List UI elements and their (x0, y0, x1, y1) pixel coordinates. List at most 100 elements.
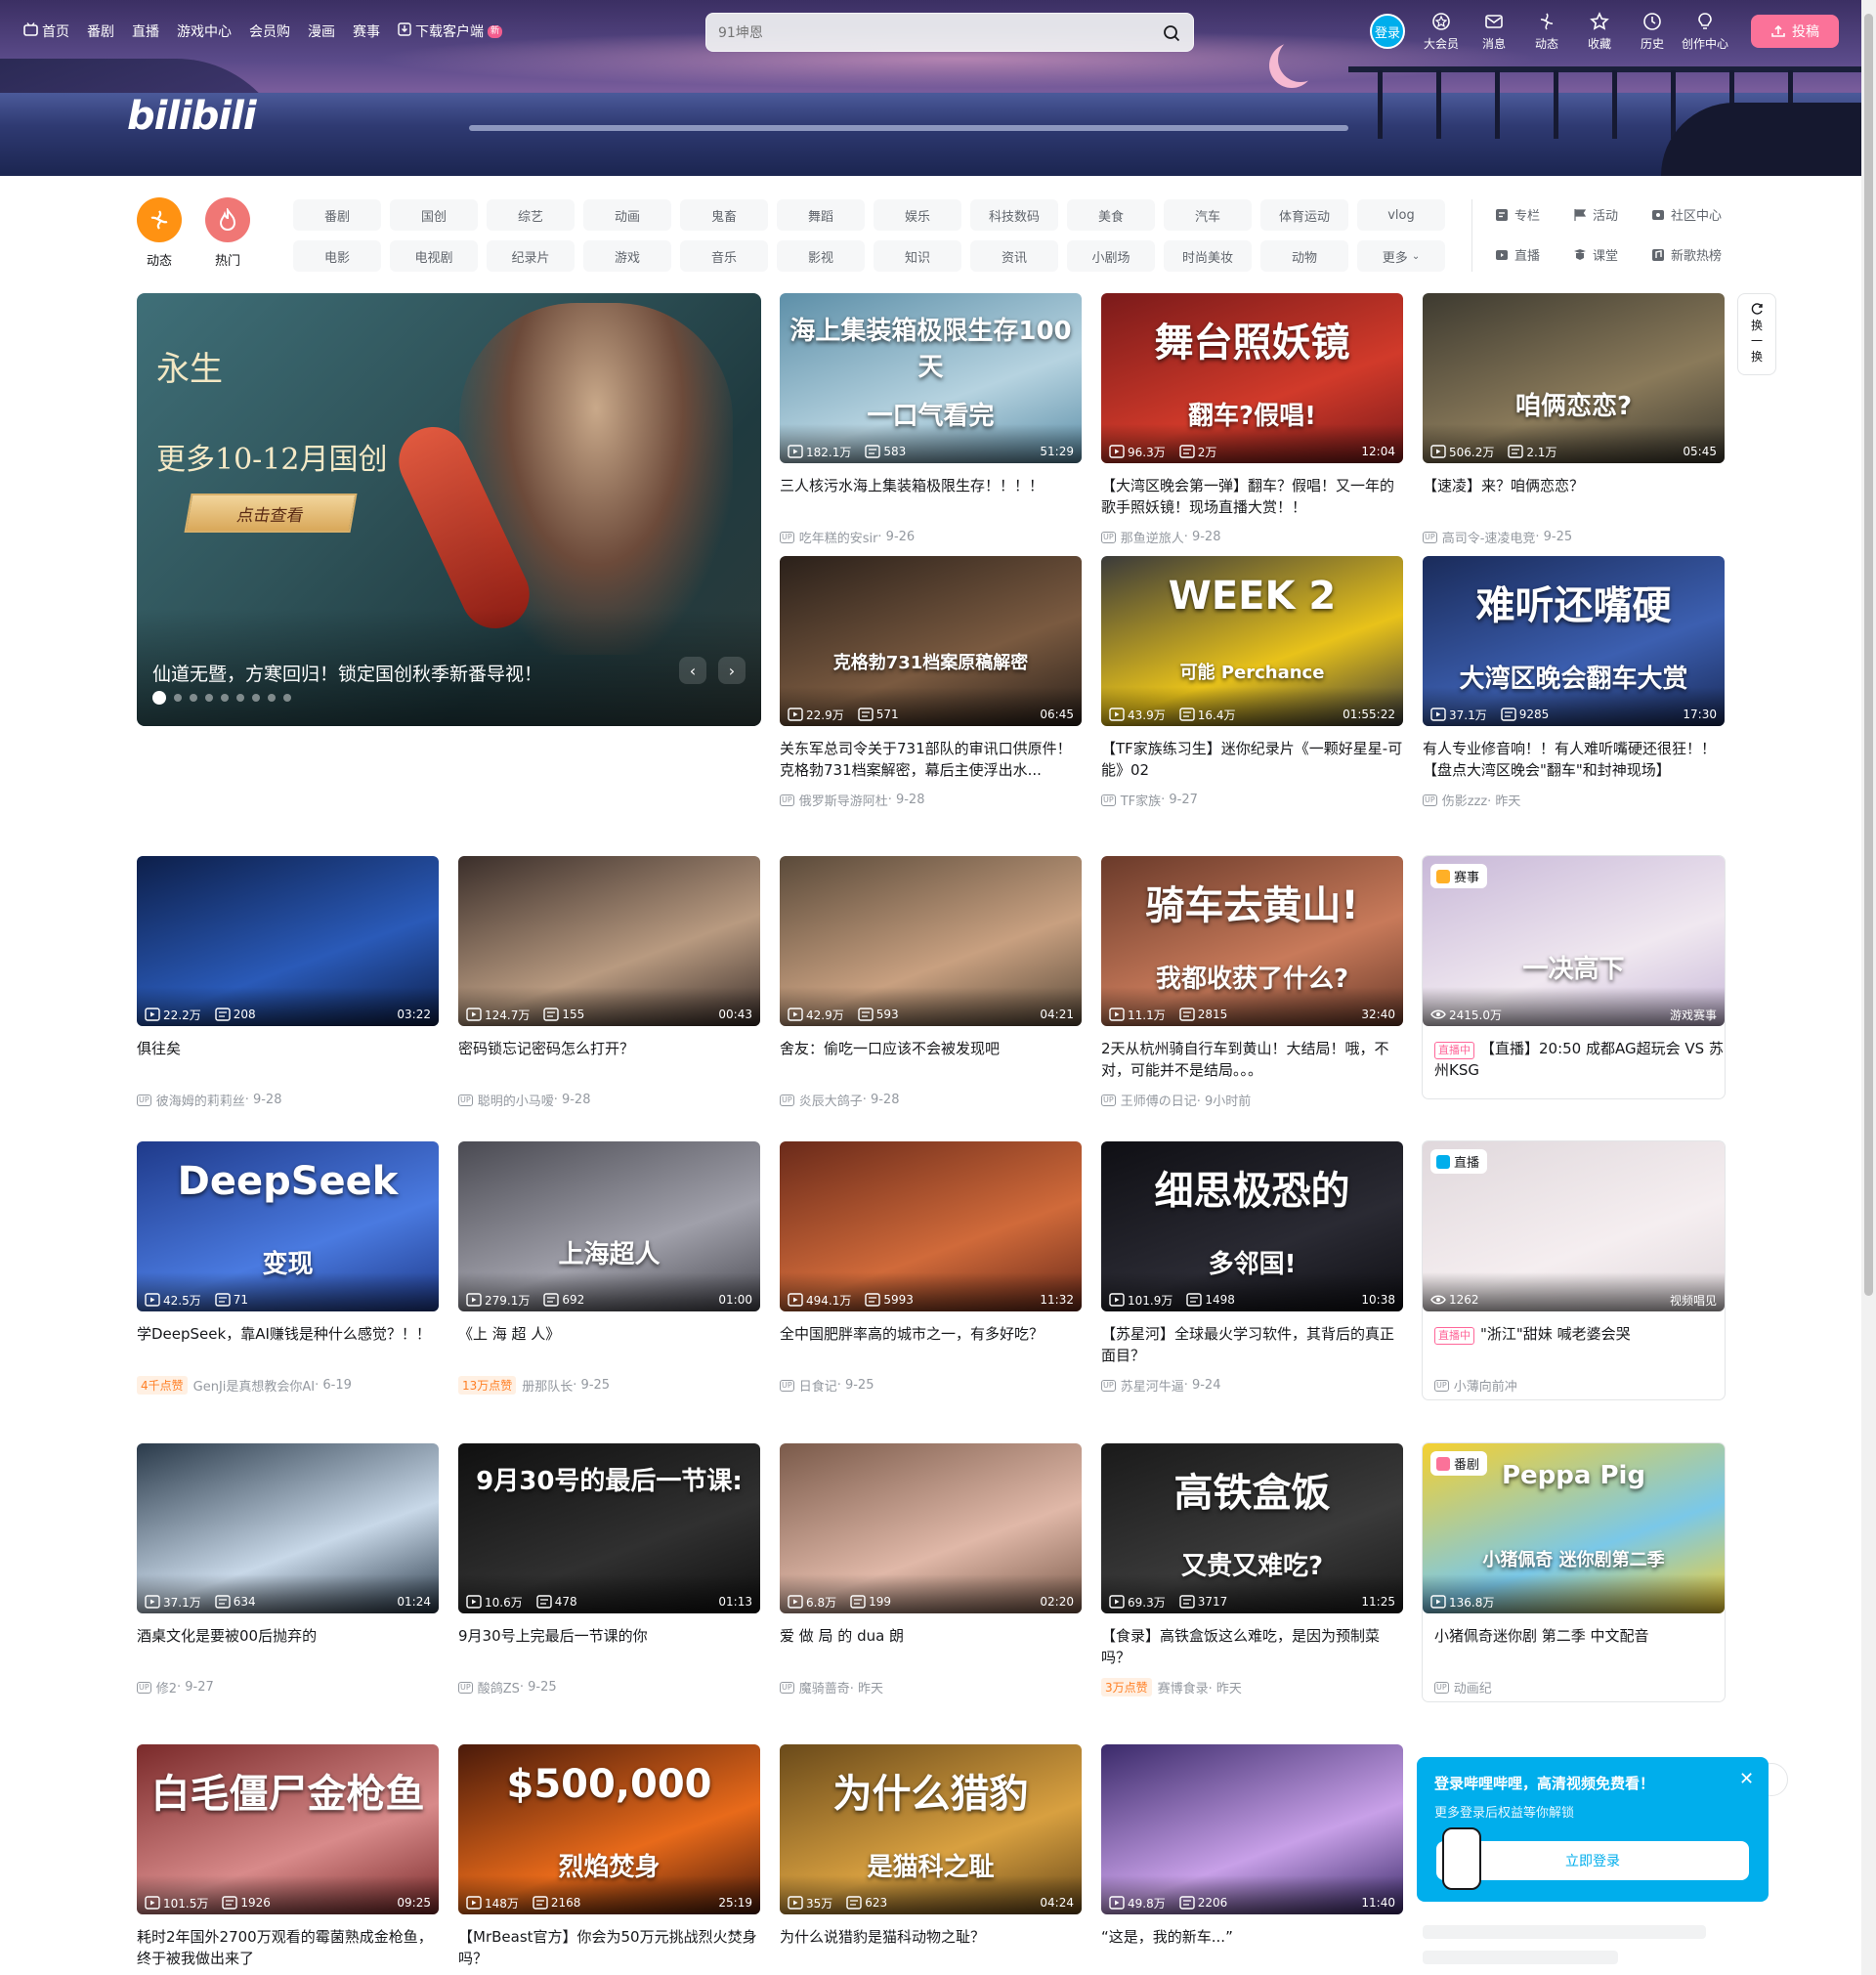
channel-chip[interactable]: 音乐 (680, 240, 768, 272)
carousel-dot[interactable] (268, 694, 276, 702)
carousel-dot[interactable] (236, 694, 244, 702)
video-card[interactable]: 37.1万 634 01:24 酒桌文化是要被00后抛弃的 UP 修2 · 9-27 (137, 1443, 439, 1696)
video-thumbnail[interactable]: 一决高下 赛事 2415.0万 游戏赛事 (1423, 856, 1725, 1026)
video-card[interactable]: 舞台照妖镜 翻车?假唱! 96.3万 2万 12:04 【大湾区晚会第一弹】翻车？假唱！又… (1101, 293, 1403, 546)
video-author[interactable]: 册那队长 (522, 1376, 573, 1395)
video-card[interactable]: 细思极恐的 多邻国! 101.9万 1498 10:38 【苏星河】全球最火学习软件，其背… (1101, 1141, 1403, 1395)
channel-chip[interactable]: 知识 (874, 240, 961, 272)
video-card[interactable]: 海上集装箱极限生存100天 一口气看完 182.1万 583 51:29 三人核污水海上集… (780, 293, 1082, 546)
video-thumbnail[interactable]: 细思极恐的 多邻国! 101.9万 1498 10:38 (1101, 1141, 1403, 1311)
nav-game-center[interactable]: 游戏中心 (177, 21, 232, 41)
video-title[interactable]: 爱 做 局 的 dua 朗 (780, 1625, 1082, 1668)
video-title[interactable]: 小猪佩奇迷你剧 第二季 中文配音 (1423, 1625, 1725, 1668)
video-thumbnail[interactable]: 上海超人 279.1万 692 01:00 (458, 1141, 760, 1311)
video-card[interactable]: 高铁盒饭 又贵又难吃? 69.3万 3717 11:25 【食录】高铁盒饭这么难吃，是因为… (1101, 1443, 1403, 1696)
video-card[interactable]: 一决高下 赛事 2415.0万 游戏赛事直播中 【直播】20:50 成都AG超玩会 VS… (1423, 856, 1725, 1098)
video-author[interactable]: 聪明的小马嗳 (478, 1091, 554, 1109)
video-title[interactable]: 【TF家族练习生】迷你纪录片《一颗好星星-可能》02 (1101, 738, 1403, 781)
video-card[interactable]: 直播 1262 视频唱见 直播中 "浙江"甜妹 喊老婆会哭 UP 小薄向前冲 (1423, 1141, 1725, 1399)
video-card[interactable]: 49.8万 2206 11:40 “这是，我的新车...” (1101, 1744, 1403, 1969)
video-title[interactable]: 直播中 【直播】20:50 成都AG超玩会 VS 苏州KSG (1423, 1038, 1725, 1081)
carousel-dot[interactable] (174, 694, 182, 702)
video-card[interactable]: Peppa Pig 小猪佩奇 迷你剧第二季 番剧 136.8万 小猪佩奇迷你剧 第二季 … (1423, 1443, 1725, 1701)
video-author[interactable]: 小薄向前冲 (1454, 1376, 1517, 1395)
video-title[interactable]: 《上 海 超 人》 (458, 1323, 760, 1366)
nav-favorites[interactable]: 收藏 (1573, 12, 1626, 52)
video-thumbnail[interactable]: 9月30号的最后一节课: 10.6万 478 01:13 (458, 1443, 760, 1613)
nav-esports[interactable]: 赛事 (353, 21, 380, 41)
channel-chip[interactable]: 美食 (1067, 199, 1155, 231)
video-thumbnail[interactable]: 骑车去黄山! 我都收获了什么? 11.1万 2815 32:40 (1101, 856, 1403, 1026)
nav-live[interactable]: 直播 (132, 21, 159, 41)
search-input[interactable] (718, 22, 1129, 44)
video-card[interactable]: 6.8万 199 02:20 爱 做 局 的 dua 朗 UP 魔骑蔷奇 · 昨天 (780, 1443, 1082, 1696)
nav-bangumi[interactable]: 番剧 (87, 21, 114, 41)
video-card[interactable]: 9月30号的最后一节课: 10.6万 478 01:13 9月30号上完最后一节课的你 U… (458, 1443, 760, 1696)
close-icon[interactable]: ✕ (1739, 1769, 1754, 1789)
refresh-button[interactable]: 换一换 (1737, 293, 1776, 375)
video-author[interactable]: 彼海姆的莉莉丝 (156, 1091, 245, 1109)
video-title[interactable]: 【速凌】来？咱俩恋恋？ (1423, 475, 1725, 518)
nav-manga[interactable]: 漫画 (308, 21, 335, 41)
channel-chip[interactable]: 时尚美妆 (1164, 240, 1252, 272)
video-card[interactable]: 22.2万 208 03:22 俱往矣 UP 彼海姆的莉莉丝 · 9-28 (137, 856, 439, 1109)
bilibili-logo[interactable]: bilibili (127, 94, 257, 139)
video-author[interactable]: 日食记 (799, 1376, 837, 1395)
video-title[interactable]: 耗时2年国外2700万观看的霉菌熟成金枪鱼，终于被我做出来了 (137, 1926, 439, 1969)
video-thumbnail[interactable]: 海上集装箱极限生存100天 一口气看完 182.1万 583 51:29 (780, 293, 1082, 463)
page-scrollbar[interactable] (1861, 0, 1876, 1975)
scrollbar-thumb[interactable] (1864, 14, 1873, 1296)
video-thumbnail[interactable]: 白毛僵尸金枪鱼 101.5万 1926 09:25 (137, 1744, 439, 1914)
video-author[interactable]: 动画纪 (1454, 1678, 1492, 1696)
channel-chip[interactable]: 综艺 (487, 199, 575, 231)
video-author[interactable]: 酸鸽ZS (478, 1678, 520, 1696)
video-author[interactable]: TF家族 (1121, 791, 1161, 809)
login-now-button[interactable]: 立即登录 (1436, 1841, 1749, 1880)
carousel-prev-button[interactable]: ‹ (679, 657, 706, 684)
video-author[interactable]: 魔骑蔷奇 (799, 1678, 850, 1696)
upload-button[interactable]: 投稿 (1751, 15, 1839, 48)
video-thumbnail[interactable]: 高铁盒饭 又贵又难吃? 69.3万 3717 11:25 (1101, 1443, 1403, 1613)
carousel-dot[interactable] (252, 694, 260, 702)
video-thumbnail[interactable]: 494.1万 5993 11:32 (780, 1141, 1082, 1311)
video-author[interactable]: 炎辰大鸽子 (799, 1091, 863, 1109)
video-card[interactable]: 骑车去黄山! 我都收获了什么? 11.1万 2815 32:40 2天从杭州骑自行车到黄山… (1101, 856, 1403, 1109)
carousel-dot[interactable] (205, 694, 213, 702)
channel-chip[interactable]: 动物 (1260, 240, 1348, 272)
channel-more-button[interactable]: 更多 ⌄ (1357, 240, 1445, 272)
channel-chip[interactable]: 游戏 (583, 240, 671, 272)
channel-chip[interactable]: 国创 (390, 199, 478, 231)
video-thumbnail[interactable]: 克格勃731档案原稿解密 22.9万 571 06:45 (780, 556, 1082, 726)
video-title[interactable]: 舍友：偷吃一口应该不会被发现吧 (780, 1038, 1082, 1081)
video-title[interactable]: “这是，我的新车...” (1101, 1926, 1403, 1969)
nav-vip[interactable]: 大会员 (1415, 12, 1468, 52)
video-title[interactable]: 全中国肥胖率高的城市之一，有多好吃？ (780, 1323, 1082, 1366)
video-card[interactable]: 克格勃731档案原稿解密 22.9万 571 06:45 关东军总司令关于731部队的审… (780, 556, 1082, 809)
carousel-dot[interactable] (221, 694, 229, 702)
hot-entry[interactable]: 热门 (205, 197, 250, 269)
channel-chip[interactable]: 体育运动 (1260, 199, 1348, 231)
channel-chip[interactable]: 资讯 (970, 240, 1058, 272)
video-author[interactable]: 王师傅の日记 (1121, 1091, 1197, 1109)
video-title[interactable]: 【食录】高铁盒饭这么难吃，是因为预制菜吗？ (1101, 1625, 1403, 1668)
video-title[interactable]: 【大湾区晚会第一弹】翻车？假唱！又一年的歌手照妖镜！现场直播大赏！！ (1101, 475, 1403, 518)
search-button[interactable] (1158, 20, 1185, 47)
video-title[interactable]: 学DeepSeek，靠AI赚钱是种什么感觉？！！ (137, 1323, 439, 1366)
video-title[interactable]: 俱往矣 (137, 1038, 439, 1081)
video-thumbnail[interactable]: 难听还嘴硬 大湾区晚会翻车大赏 37.1万 9285 17:30 (1423, 556, 1725, 726)
video-title[interactable]: 直播中 "浙江"甜妹 喊老婆会哭 (1423, 1323, 1725, 1366)
video-author[interactable]: 那鱼逆旅人 (1121, 528, 1184, 546)
video-author[interactable]: 苏星河牛逼 (1121, 1376, 1184, 1395)
video-title[interactable]: 【MrBeast官方】你会为50万元挑战烈火焚身吗？ (458, 1926, 760, 1969)
channel-chip[interactable]: 汽车 (1164, 199, 1252, 231)
carousel-dot[interactable] (283, 694, 291, 702)
channel-chip[interactable]: 电视剧 (390, 240, 478, 272)
video-thumbnail[interactable]: 42.9万 593 04:21 (780, 856, 1082, 1026)
carousel-dot[interactable] (152, 691, 166, 705)
video-author[interactable]: 高司令-速凌电竞 (1442, 528, 1536, 546)
video-title[interactable]: 9月30号上完最后一节课的你 (458, 1625, 760, 1668)
link-live[interactable]: 直播 (1495, 245, 1573, 264)
video-thumbnail[interactable]: 舞台照妖镜 翻车?假唱! 96.3万 2万 12:04 (1101, 293, 1403, 463)
carousel-caption[interactable]: 仙道无暨，方寒回归！锁定国创秋季新番导视！ (152, 660, 542, 686)
video-thumbnail[interactable]: 49.8万 2206 11:40 (1101, 1744, 1403, 1914)
